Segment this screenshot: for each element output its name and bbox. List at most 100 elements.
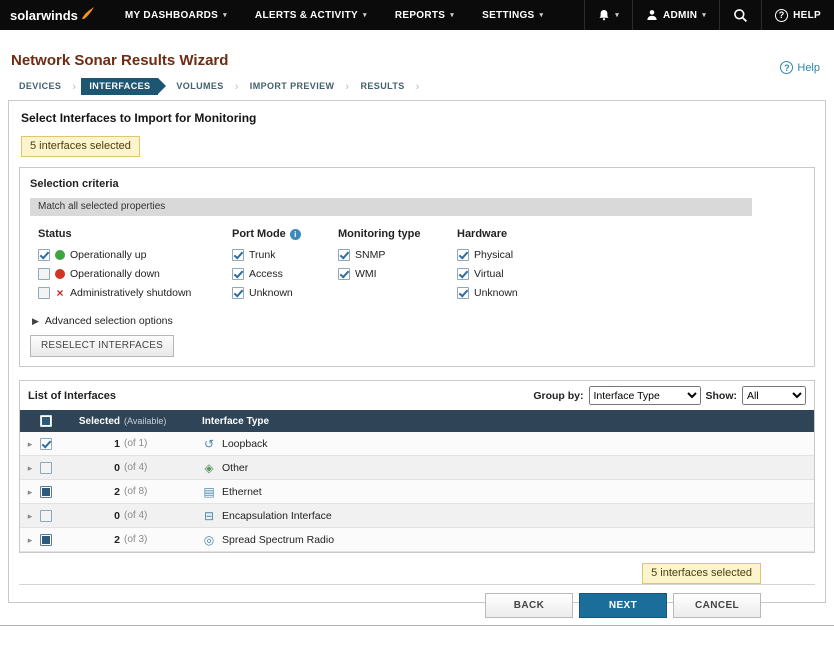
chevron-down-icon: ▾ [702, 11, 706, 19]
app-window: solarwinds MY DASHBOARDS ▾ ALERTS & ACTI… [0, 0, 834, 625]
expand-arrow-icon: ▶ [32, 316, 39, 327]
criteria-groups: Status Operationally up Operationally do… [38, 228, 804, 306]
ethernet-icon [202, 485, 216, 499]
expand-arrow-icon[interactable]: ▸ [28, 535, 33, 545]
row-checkbox[interactable] [40, 462, 52, 474]
step-import-preview[interactable]: IMPORT PREVIEW [242, 78, 343, 95]
interface-type-label: Spread Spectrum Radio [222, 534, 334, 546]
admin-label: ADMIN [663, 10, 697, 21]
checkbox-trunk[interactable]: Trunk [232, 249, 338, 261]
checkbox[interactable] [232, 287, 244, 299]
row-checkbox[interactable] [40, 510, 52, 522]
option-label: Physical [474, 249, 513, 261]
checkbox[interactable] [232, 268, 244, 280]
menu-reports[interactable]: REPORTS ▾ [381, 0, 468, 30]
wizard-steps: DEVICES › INTERFACES VOLUMES › IMPORT PR… [11, 78, 834, 95]
advanced-selection-options[interactable]: ▶ Advanced selection options [32, 315, 804, 327]
available-count: (of 4) [120, 510, 190, 521]
row-checkbox[interactable] [40, 438, 52, 450]
solarwinds-logo[interactable]: solarwinds [0, 0, 111, 30]
checkbox-snmp[interactable]: SNMP [338, 249, 457, 261]
checkbox[interactable] [457, 249, 469, 261]
checkbox[interactable] [38, 268, 50, 280]
info-icon[interactable]: i [290, 229, 301, 240]
criteria-group-status: Status Operationally up Operationally do… [38, 228, 232, 306]
table-row-encapsulation[interactable]: ▸ 0 (of 4) Encapsulation Interface [20, 504, 814, 528]
checkbox[interactable] [338, 268, 350, 280]
cancel-button[interactable]: CANCEL [673, 593, 761, 618]
selected-count-badge: 5 interfaces selected [642, 563, 761, 584]
select-all-checkbox[interactable] [40, 415, 52, 427]
bottom-badge-row: 5 interfaces selected [19, 553, 815, 584]
chevron-separator-icon: › [235, 81, 239, 93]
criteria-title: Selection criteria [30, 178, 804, 190]
radio-icon [202, 533, 216, 547]
bell-icon [598, 9, 610, 21]
expand-arrow-icon[interactable]: ▸ [28, 439, 33, 449]
menu-my-dashboards[interactable]: MY DASHBOARDS ▾ [111, 0, 241, 30]
menu-label: REPORTS [395, 10, 445, 21]
status-down-icon [55, 269, 65, 279]
show-select[interactable]: All [742, 386, 806, 405]
chevron-down-icon: ▾ [363, 11, 367, 19]
checkbox-port-unknown[interactable]: Unknown [232, 287, 338, 299]
row-checkbox[interactable] [40, 486, 52, 498]
search-button[interactable] [719, 0, 761, 30]
menu-label: SETTINGS [482, 10, 534, 21]
checkbox-administratively-shutdown[interactable]: × Administratively shutdown [38, 287, 232, 299]
other-icon [202, 461, 216, 475]
next-button[interactable]: NEXT [579, 593, 667, 618]
option-label: SNMP [355, 249, 385, 261]
checkbox-wmi[interactable]: WMI [338, 268, 457, 280]
step-volumes[interactable]: VOLUMES [168, 78, 231, 95]
table-row-ethernet[interactable]: ▸ 2 (of 8) Ethernet [20, 480, 814, 504]
step-interfaces[interactable]: INTERFACES [81, 78, 158, 95]
table-row-loopback[interactable]: ▸ 1 (of 1) Loopback [20, 432, 814, 456]
group-by-label: Group by: [533, 390, 583, 402]
back-button[interactable]: BACK [485, 593, 573, 618]
checkbox[interactable] [38, 287, 50, 299]
help-menu[interactable]: ? HELP [761, 0, 834, 30]
selected-count: 0 [64, 462, 120, 474]
checkbox-access[interactable]: Access [232, 268, 338, 280]
notifications-menu[interactable]: ▾ [584, 0, 632, 30]
checkbox[interactable] [457, 268, 469, 280]
reselect-interfaces-button[interactable]: RESELECT INTERFACES [30, 335, 174, 357]
expand-arrow-icon[interactable]: ▸ [28, 463, 33, 473]
checkbox[interactable] [338, 249, 350, 261]
checkbox-physical[interactable]: Physical [457, 249, 804, 261]
available-count: (of 4) [120, 462, 190, 473]
column-header-interface-type: Interface Type [190, 416, 814, 427]
option-label: WMI [355, 268, 377, 280]
admin-menu[interactable]: ADMIN ▾ [632, 0, 719, 30]
selected-count: 1 [64, 438, 120, 450]
table-header: Selected (Available) Interface Type [20, 410, 814, 432]
group-title: Hardware [457, 228, 507, 240]
checkbox[interactable] [232, 249, 244, 261]
help-label: HELP [793, 10, 821, 21]
menu-label: MY DASHBOARDS [125, 10, 218, 21]
step-devices[interactable]: DEVICES [11, 78, 69, 95]
menu-settings[interactable]: SETTINGS ▾ [468, 0, 557, 30]
criteria-group-port-mode: Port Mode i Trunk Access [232, 228, 338, 306]
expand-arrow-icon[interactable]: ▸ [28, 487, 33, 497]
checkbox[interactable] [38, 249, 50, 261]
criteria-group-monitoring-type: Monitoring type SNMP WMI [338, 228, 457, 306]
row-checkbox[interactable] [40, 534, 52, 546]
menu-alerts-activity[interactable]: ALERTS & ACTIVITY ▾ [241, 0, 381, 30]
expand-arrow-icon[interactable]: ▸ [28, 511, 33, 521]
table-row-other[interactable]: ▸ 0 (of 4) Other [20, 456, 814, 480]
checkbox[interactable] [457, 287, 469, 299]
encapsulation-icon [202, 509, 216, 523]
group-by-select[interactable]: Interface Type [589, 386, 701, 405]
table-row-spread-spectrum-radio[interactable]: ▸ 2 (of 3) Spread Spectrum Radio [20, 528, 814, 552]
step-results[interactable]: RESULTS [352, 78, 412, 95]
option-label: Access [249, 268, 283, 280]
checkbox-hardware-unknown[interactable]: Unknown [457, 287, 804, 299]
checkbox-operationally-up[interactable]: Operationally up [38, 249, 232, 261]
checkbox-virtual[interactable]: Virtual [457, 268, 804, 280]
wizard-panel: Select Interfaces to Import for Monitori… [8, 100, 826, 603]
section-heading: Select Interfaces to Import for Monitori… [21, 111, 815, 125]
checkbox-operationally-down[interactable]: Operationally down [38, 268, 232, 280]
help-link[interactable]: ? Help [780, 61, 820, 74]
